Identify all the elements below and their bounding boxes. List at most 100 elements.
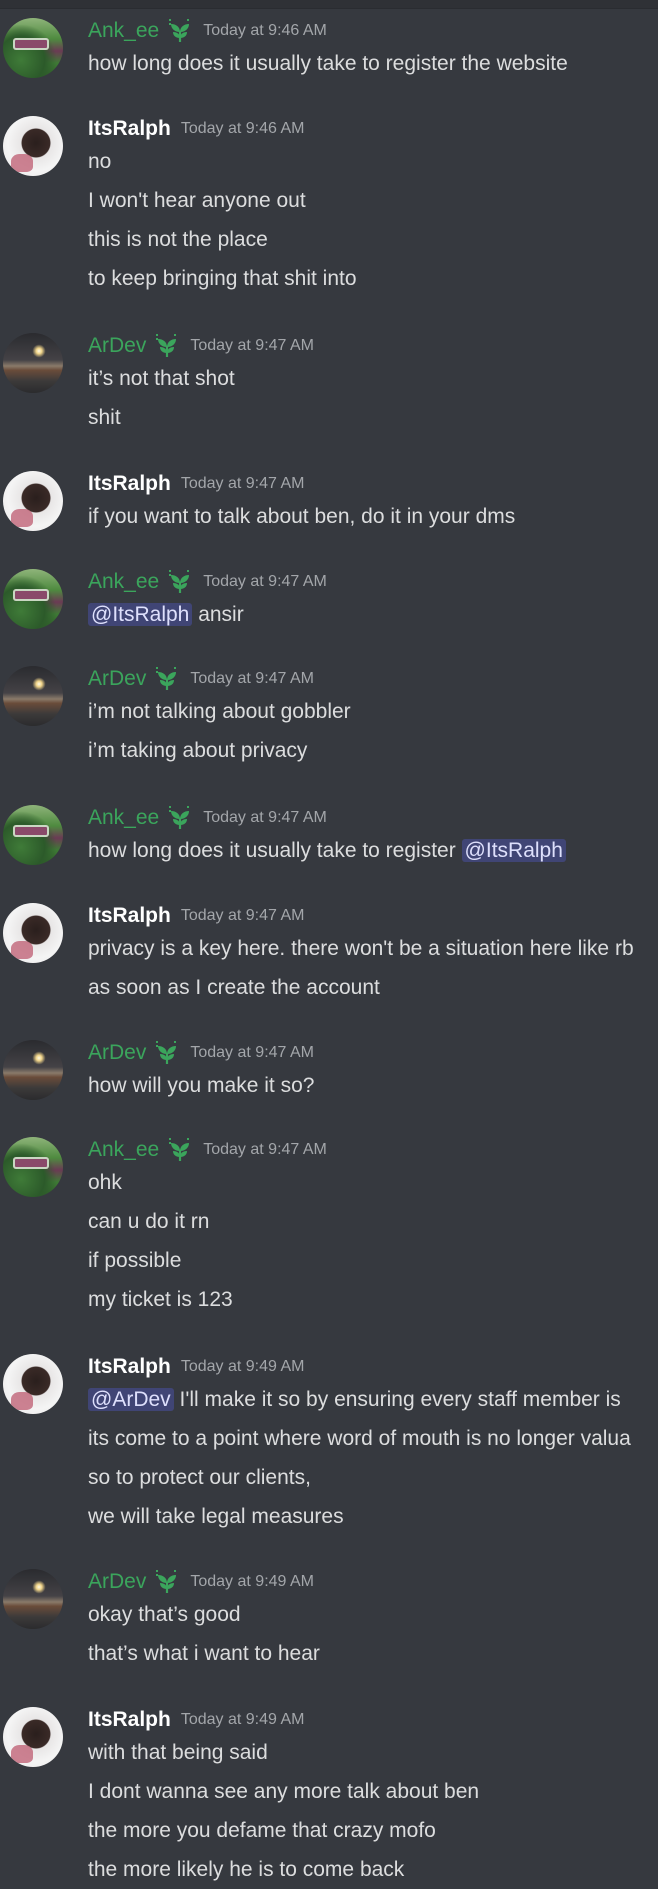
username[interactable]: ItsRalph — [88, 471, 171, 497]
username[interactable]: Ank_ee — [88, 18, 159, 44]
message-text: no — [88, 150, 112, 173]
message-line: I dont wanna see any more talk about ben — [88, 1772, 658, 1811]
message-line: how long does it usually take to registe… — [88, 831, 658, 870]
message-text: privacy is a key here. there won't be a … — [88, 937, 634, 960]
username[interactable]: ItsRalph — [88, 116, 171, 142]
user-mention[interactable]: @ItsRalph — [88, 603, 193, 626]
message-text: I won't hear anyone out — [88, 189, 306, 212]
message-text: I dont wanna see any more talk about ben — [88, 1780, 480, 1803]
avatar[interactable] — [3, 471, 63, 531]
message-text: we will take legal measures — [88, 1505, 344, 1528]
timestamp[interactable]: Today at 9:49 AM — [181, 1354, 305, 1380]
message-text: as soon as I create the account — [88, 976, 380, 999]
message-text: i’m taking about privacy — [88, 739, 308, 762]
username[interactable]: ItsRalph — [88, 1354, 171, 1380]
message-text: to keep bringing that shit into — [88, 267, 357, 290]
avatar[interactable] — [3, 666, 63, 726]
timestamp[interactable]: Today at 9:47 AM — [203, 569, 327, 595]
message-header: ArDev Today at 9:47 AM — [88, 1040, 314, 1066]
timestamp[interactable]: Today at 9:47 AM — [190, 666, 314, 692]
user-mention[interactable]: @ItsRalph — [461, 839, 566, 862]
leaf-sprout-badge-icon[interactable] — [154, 1040, 180, 1066]
message-line: if possible — [88, 1241, 658, 1280]
message-line: if you want to talk about ben, do it in … — [88, 497, 658, 536]
message-text: okay that’s good — [88, 1603, 241, 1626]
message-header: Ank_ee Today at 9:46 AM — [88, 18, 327, 44]
message-text: its come to a point where word of mouth … — [88, 1427, 631, 1450]
message-line: privacy is a key here. there won't be a … — [88, 929, 658, 968]
message-line: ohk — [88, 1163, 658, 1202]
message-text: how long does it usually take to registe… — [88, 52, 568, 75]
timestamp[interactable]: Today at 9:47 AM — [203, 805, 327, 831]
message-text: if possible — [88, 1249, 182, 1272]
message-body: how will you make it so? — [88, 1066, 658, 1105]
message-header: ArDev Today at 9:49 AM — [88, 1569, 314, 1595]
message-text: ansir — [192, 603, 244, 626]
username[interactable]: ArDev — [88, 666, 146, 692]
message-line: can u do it rn — [88, 1202, 658, 1241]
message-line: it’s not that shot — [88, 359, 658, 398]
username[interactable]: ArDev — [88, 1569, 146, 1595]
timestamp[interactable]: Today at 9:49 AM — [181, 1707, 305, 1733]
message-text: i’m not talking about gobbler — [88, 700, 351, 723]
leaf-sprout-badge-icon[interactable] — [167, 569, 193, 595]
username[interactable]: Ank_ee — [88, 1137, 159, 1163]
leaf-sprout-badge-icon[interactable] — [154, 666, 180, 692]
message-text: so to protect our clients, — [88, 1466, 311, 1489]
message-line: we will take legal measures — [88, 1497, 658, 1536]
message-body: privacy is a key here. there won't be a … — [88, 929, 658, 1007]
message-line: my ticket is 123 — [88, 1280, 658, 1319]
message-text: this is not the place — [88, 228, 268, 251]
username[interactable]: ArDev — [88, 333, 146, 359]
timestamp[interactable]: Today at 9:47 AM — [190, 1040, 314, 1066]
avatar[interactable] — [3, 903, 63, 963]
message-line: to keep bringing that shit into — [88, 259, 658, 298]
message-line: how will you make it so? — [88, 1066, 658, 1105]
message-line: okay that’s good — [88, 1595, 658, 1634]
message-line: shit — [88, 398, 658, 437]
message-line: this is not the place — [88, 220, 658, 259]
avatar[interactable] — [3, 1707, 63, 1767]
username[interactable]: Ank_ee — [88, 569, 159, 595]
leaf-sprout-badge-icon[interactable] — [167, 805, 193, 831]
leaf-sprout-badge-icon[interactable] — [154, 333, 180, 359]
avatar[interactable] — [3, 1040, 63, 1100]
avatar[interactable] — [3, 569, 63, 629]
message-text: how will you make it so? — [88, 1074, 315, 1097]
avatar[interactable] — [3, 1354, 63, 1414]
avatar[interactable] — [3, 805, 63, 865]
message-line: its come to a point where word of mouth … — [88, 1419, 658, 1458]
message-line: how long does it usually take to registe… — [88, 44, 658, 83]
avatar[interactable] — [3, 1137, 63, 1197]
message-text: it’s not that shot — [88, 367, 235, 390]
message-text: if you want to talk about ben, do it in … — [88, 505, 516, 528]
leaf-sprout-badge-icon[interactable] — [154, 1569, 180, 1595]
user-mention[interactable]: @ArDev — [88, 1388, 174, 1411]
message-body: how long does it usually take to registe… — [88, 831, 658, 870]
timestamp[interactable]: Today at 9:47 AM — [190, 333, 314, 359]
message-header: Ank_ee Today at 9:47 AM — [88, 805, 327, 831]
avatar[interactable] — [3, 116, 63, 176]
username[interactable]: ItsRalph — [88, 903, 171, 929]
message-line: the more likely he is to come back — [88, 1850, 658, 1889]
username[interactable]: ItsRalph — [88, 1707, 171, 1733]
message-line: I won't hear anyone out — [88, 181, 658, 220]
leaf-sprout-badge-icon[interactable] — [167, 18, 193, 44]
avatar[interactable] — [3, 18, 63, 78]
username[interactable]: Ank_ee — [88, 805, 159, 831]
timestamp[interactable]: Today at 9:49 AM — [190, 1569, 314, 1595]
message-header: ItsRalph Today at 9:49 AM — [88, 1354, 304, 1380]
message-body: @ArDev I'll make it so by ensuring every… — [88, 1380, 658, 1536]
timestamp[interactable]: Today at 9:46 AM — [181, 116, 305, 142]
message-line: so to protect our clients, — [88, 1458, 658, 1497]
message-body: ohk can u do it rn if possible my ticket is… — [88, 1163, 658, 1319]
avatar[interactable] — [3, 1569, 63, 1629]
message-body: with that being said I dont wanna see any… — [88, 1733, 658, 1889]
timestamp[interactable]: Today at 9:47 AM — [181, 903, 305, 929]
leaf-sprout-badge-icon[interactable] — [167, 1137, 193, 1163]
avatar[interactable] — [3, 333, 63, 393]
timestamp[interactable]: Today at 9:47 AM — [181, 471, 305, 497]
username[interactable]: ArDev — [88, 1040, 146, 1066]
timestamp[interactable]: Today at 9:47 AM — [203, 1137, 327, 1163]
timestamp[interactable]: Today at 9:46 AM — [203, 18, 327, 44]
